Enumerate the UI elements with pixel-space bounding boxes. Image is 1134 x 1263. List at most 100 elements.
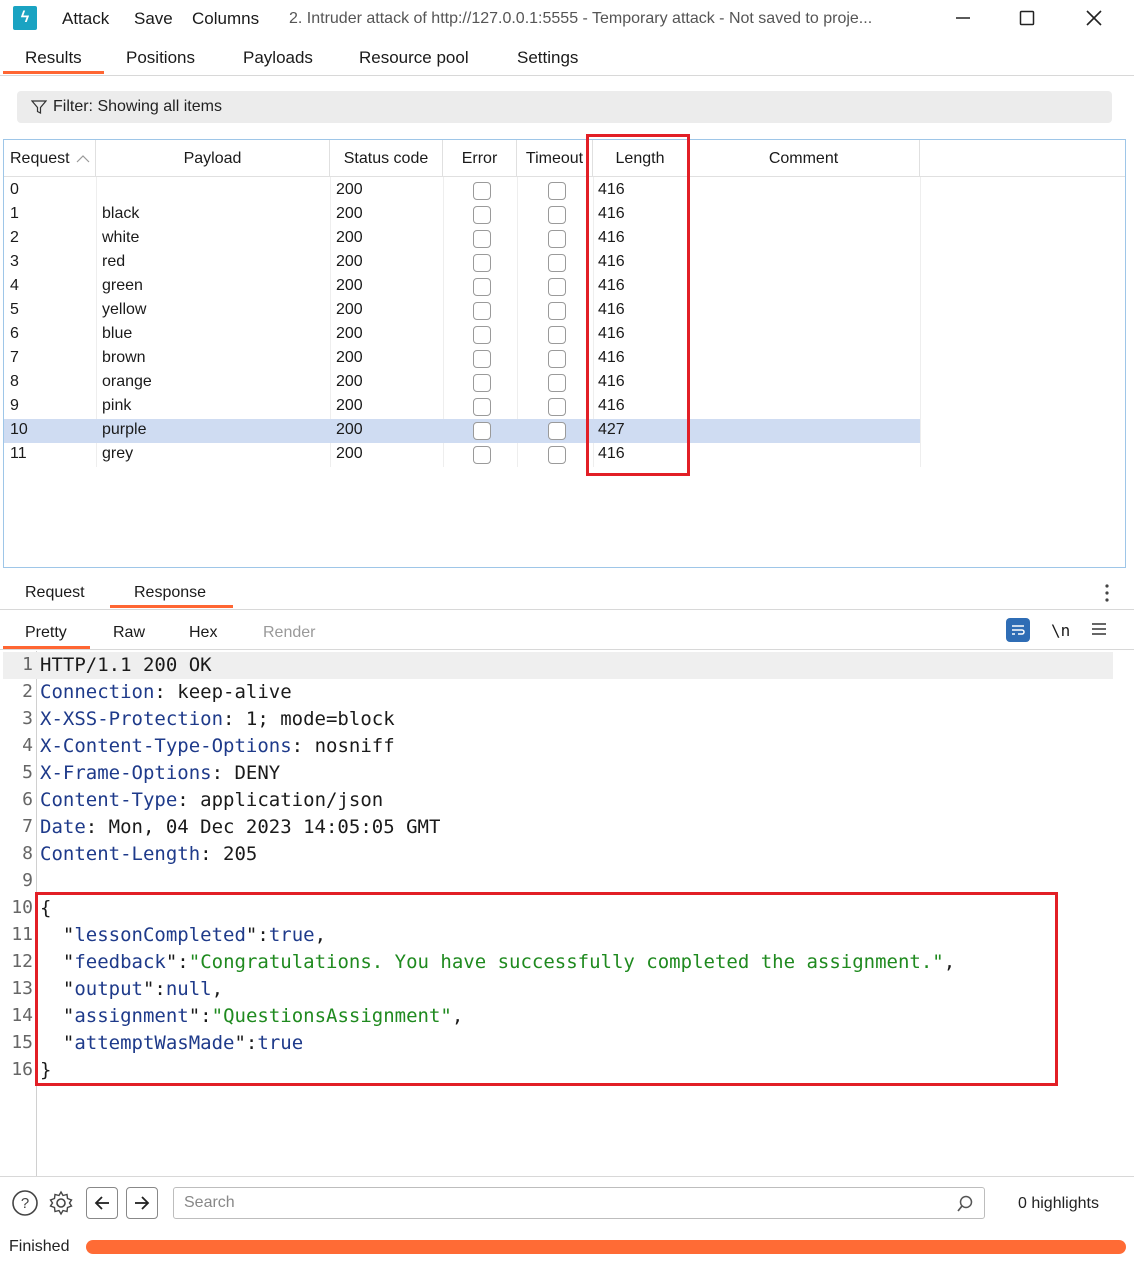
column-comment[interactable]: Comment: [688, 140, 920, 177]
status-bar: Finished: [0, 1230, 1134, 1263]
column-status-code[interactable]: Status code: [330, 140, 443, 177]
tab-results[interactable]: Results: [25, 48, 82, 68]
cell-request: 8: [10, 373, 19, 390]
tab-pretty[interactable]: Pretty: [25, 624, 67, 642]
error-checkbox: [473, 278, 491, 296]
code-line: 3 X-XSS-Protection: 1; mode=block: [3, 706, 1113, 733]
line-number: 12: [11, 951, 33, 972]
error-checkbox: [473, 374, 491, 392]
error-checkbox: [473, 182, 491, 200]
timeout-checkbox: [548, 350, 566, 368]
code-line: 8 Content-Length: 205: [3, 841, 1113, 868]
table-row[interactable]: 7 brown 200 416: [4, 347, 920, 371]
table-row[interactable]: 1 black 200 416: [4, 203, 920, 227]
tab-settings[interactable]: Settings: [517, 48, 578, 68]
table-row[interactable]: 2 white 200 416: [4, 227, 920, 251]
error-checkbox: [473, 398, 491, 416]
help-icon[interactable]: ?: [9, 1187, 41, 1219]
back-arrow-icon[interactable]: [86, 1187, 118, 1219]
tab-request[interactable]: Request: [25, 584, 85, 602]
filter-icon: [31, 100, 47, 114]
progress-bar: [86, 1240, 1126, 1254]
show-newlines-toggle[interactable]: \n: [1051, 621, 1070, 640]
menu-icon[interactable]: [1091, 622, 1107, 641]
close-icon[interactable]: [1077, 4, 1111, 32]
code-line: 9: [3, 868, 1113, 895]
line-number: 2: [22, 681, 33, 702]
cell-status-code: 200: [336, 277, 363, 294]
error-checkbox: [473, 254, 491, 272]
table-row[interactable]: 3 red 200 416: [4, 251, 920, 275]
cell-status-code: 200: [336, 421, 363, 438]
maximize-icon[interactable]: [1010, 4, 1044, 32]
more-options-icon[interactable]: [1100, 582, 1114, 604]
tab-payloads[interactable]: Payloads: [243, 48, 313, 68]
timeout-checkbox: [548, 374, 566, 392]
code-text: X-Frame-Options: DENY: [40, 762, 281, 784]
bottom-bar: ? 0 highlights: [0, 1176, 1134, 1228]
cell-request: 6: [10, 325, 19, 342]
menu-save[interactable]: Save: [134, 9, 173, 29]
line-number: 11: [11, 924, 33, 945]
tab-resource-pool[interactable]: Resource pool: [359, 48, 469, 68]
gear-icon[interactable]: [45, 1187, 77, 1219]
table-row[interactable]: 11 grey 200 416: [4, 443, 920, 467]
cell-payload: blue: [102, 325, 133, 342]
column-payload[interactable]: Payload: [96, 140, 330, 177]
cell-request: 5: [10, 301, 19, 318]
menu-attack[interactable]: Attack: [62, 9, 109, 29]
code-text: Content-Type: application/json: [40, 789, 384, 811]
tab-response[interactable]: Response: [134, 584, 206, 602]
line-number: 4: [22, 735, 33, 756]
table-row[interactable]: 0 200 416: [4, 179, 920, 203]
column-error[interactable]: Error: [443, 140, 517, 177]
search-input[interactable]: [174, 1188, 934, 1218]
filter-text: Filter: Showing all items: [53, 98, 222, 115]
word-wrap-icon[interactable]: [1006, 618, 1030, 642]
filter-bar[interactable]: Filter: Showing all items: [17, 91, 1112, 123]
table-row[interactable]: 8 orange 200 416: [4, 371, 920, 395]
cell-payload: yellow: [102, 301, 147, 318]
table-row[interactable]: 5 yellow 200 416: [4, 299, 920, 323]
timeout-checkbox: [548, 422, 566, 440]
message-tabs: Request Response: [0, 574, 1134, 610]
table-row[interactable]: 10 purple 200 427: [4, 419, 920, 443]
timeout-checkbox: [548, 326, 566, 344]
tab-positions[interactable]: Positions: [126, 48, 195, 68]
line-number: 3: [22, 708, 33, 729]
menu-columns[interactable]: Columns: [192, 9, 259, 29]
cell-status-code: 200: [336, 301, 363, 318]
line-number: 6: [22, 789, 33, 810]
cell-request: 11: [10, 445, 27, 462]
cell-status-code: 200: [336, 349, 363, 366]
code-line: 1 HTTP/1.1 200 OK: [3, 652, 1113, 679]
line-number: 14: [11, 1005, 33, 1026]
cell-payload: white: [102, 229, 140, 246]
cell-payload: pink: [102, 397, 132, 414]
minimize-icon[interactable]: [946, 4, 980, 32]
code-text: HTTP/1.1 200 OK: [40, 654, 212, 676]
table-row[interactable]: 6 blue 200 416: [4, 323, 920, 347]
column-request[interactable]: Request: [4, 140, 96, 177]
code-text: Date: Mon, 04 Dec 2023 14:05:05 GMT: [40, 816, 441, 838]
cell-payload: red: [102, 253, 126, 270]
cell-status-code: 200: [336, 373, 363, 390]
cell-request: 4: [10, 277, 19, 294]
tab-raw[interactable]: Raw: [113, 624, 145, 642]
search-icon[interactable]: [956, 1195, 974, 1213]
burp-logo-icon: ϟ: [13, 6, 37, 30]
timeout-checkbox: [548, 206, 566, 224]
forward-arrow-icon[interactable]: [126, 1187, 158, 1219]
table-row[interactable]: 9 pink 200 416: [4, 395, 920, 419]
table-header: Request Payload Status code Error Timeou…: [4, 140, 1125, 177]
tab-render: Render: [263, 624, 316, 641]
results-table: Request Payload Status code Error Timeou…: [3, 139, 1126, 568]
tab-hex[interactable]: Hex: [189, 624, 217, 642]
line-number: 9: [22, 870, 33, 891]
table-row[interactable]: 4 green 200 416: [4, 275, 920, 299]
line-number: 1: [22, 654, 33, 675]
cell-payload: black: [102, 205, 140, 222]
length-highlight-box: [586, 134, 690, 476]
column-timeout[interactable]: Timeout: [517, 140, 593, 177]
timeout-checkbox: [548, 278, 566, 296]
